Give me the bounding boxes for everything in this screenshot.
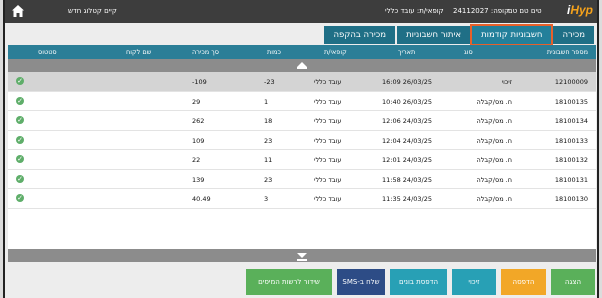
doc-qty: 23 [264, 136, 273, 145]
doc-number: 18100135 [554, 97, 588, 106]
doc-cashier: עובד כללי [314, 195, 342, 203]
tab-find-invoices[interactable]: איתור חשבוניות [397, 26, 471, 44]
doc-cashier: עובד כללי [314, 136, 342, 145]
doc-type: ח. מס/קבלה [476, 175, 512, 184]
doc-date: 16:09 26/03/25 [382, 78, 432, 86]
show-button[interactable]: הצגה [551, 269, 595, 295]
doc-date: 10:40 26/03/25 [382, 97, 432, 106]
tab-credit-sale[interactable]: מכירה בהקפה [324, 26, 396, 44]
status-ok-icon: ✓ [16, 135, 24, 144]
doc-total: 29 [192, 97, 201, 106]
col-doc-number[interactable]: מספר חשבונית [547, 48, 588, 56]
table-header: מספר חשבונית סוג תאריך קופאי/ת כמות סך מ… [8, 45, 596, 59]
scroll-up-arrow-icon[interactable] [297, 62, 307, 69]
doc-cashier: עובד כללי [314, 156, 342, 164]
doc-date: 12:06 24/03/25 [382, 117, 432, 125]
col-cashier[interactable]: קופאי/ת [324, 48, 347, 56]
send-sms-button[interactable]: שלח ב-SMS [337, 269, 385, 295]
doc-type: ח. מס/קבלה [476, 136, 512, 145]
status-ok-icon: ✓ [16, 77, 24, 85]
doc-type: זיכוי [501, 78, 512, 86]
col-qty[interactable]: כמות [267, 48, 281, 56]
table-row[interactable]: 18100133 ח. מס/קבלה 12:04 24/03/25 עובד … [8, 130, 596, 150]
table-row[interactable]: 18100134 ח. מס/קבלה 12:06 24/03/25 עובד … [8, 111, 596, 131]
doc-total: 40.49 [192, 195, 211, 203]
tab-bar: מכירה חשבוניות קודמות איתור חשבוניות מכי… [324, 25, 594, 45]
doc-total: 22 [192, 156, 201, 164]
doc-total: 262 [192, 117, 205, 125]
doc-number: 18100133 [554, 136, 588, 145]
status-ok-icon: ✓ [16, 96, 24, 105]
table-row[interactable]: 18100132 ח. מס/קבלה 12:01 24/03/25 עובד … [8, 150, 596, 170]
tab-previous-invoices[interactable]: חשבוניות קודמות [472, 26, 552, 44]
col-status[interactable]: סטטוס [38, 48, 57, 56]
action-bar: הצגה הדפסה זיכוי הדפסת בונים שלח ב-SMS ש… [5, 269, 597, 295]
col-customer[interactable]: שם לקוח [126, 48, 151, 56]
doc-number: 18100134 [554, 117, 588, 125]
cashier-label: קופאי/ת: עובד כללי [385, 7, 444, 15]
doc-type: ח. מס/קבלה [476, 156, 512, 164]
doc-cashier: עובד כללי [314, 175, 342, 184]
doc-qty: -23 [264, 78, 275, 86]
doc-qty: 18 [264, 117, 273, 125]
print-button[interactable]: הדפסה [501, 269, 546, 295]
credit-button[interactable]: זיכוי [452, 269, 496, 295]
doc-cashier: עובד כללי [314, 97, 342, 106]
doc-type: ח. מס/קבלה [476, 195, 512, 203]
doc-total: 109 [192, 136, 205, 145]
doc-qty: 23 [264, 175, 273, 184]
doc-qty: 11 [264, 156, 273, 164]
doc-total: 139 [192, 175, 205, 184]
hyp-logo: iHyp [566, 3, 593, 17]
status-ok-icon: ✓ [16, 155, 24, 163]
doc-qty: 3 [264, 195, 269, 203]
col-total[interactable]: סך מכירה [192, 48, 219, 56]
col-date[interactable]: תאריך [398, 48, 415, 56]
empty-list-area [8, 209, 596, 249]
status-ok-icon: ✓ [16, 116, 24, 124]
doc-date: 11:58 24/03/25 [382, 175, 432, 184]
tax-authority-button[interactable]: שידור לרשות המיסים [246, 269, 332, 295]
status-ok-icon: ✓ [16, 194, 24, 202]
doc-date: 11:35 24/03/25 [382, 195, 432, 203]
table-row[interactable]: 12100009 זיכוי 16:09 26/03/25 עובד כללי … [8, 72, 596, 92]
doc-number: 18100130 [554, 195, 588, 203]
register-label: קופה: 24112027 [453, 7, 510, 15]
doc-type: ח. מס/קבלה [476, 117, 512, 125]
doc-number: 12100009 [554, 78, 588, 86]
doc-type: ח. מס/קבלה [476, 97, 512, 106]
doc-cashier: עובד כללי [314, 117, 342, 125]
status-ok-icon: ✓ [16, 174, 24, 183]
home-icon[interactable] [11, 4, 25, 18]
scroll-up-bar[interactable] [8, 59, 596, 72]
top-bar: קיים קטלוג חדש קופאי/ת: עובד כללי קופה: … [5, 0, 597, 23]
col-type[interactable]: סוג [464, 48, 473, 56]
new-catalog-label[interactable]: קיים קטלוג חדש [68, 7, 117, 15]
print-vouchers-button[interactable]: הדפסת בונים [390, 269, 447, 295]
scroll-down-bar[interactable] [8, 249, 596, 262]
doc-number: 18100131 [554, 175, 588, 184]
doc-date: 12:04 24/03/25 [382, 136, 432, 145]
doc-cashier: עובד כללי [314, 78, 342, 86]
invoice-list: 12100009 זיכוי 16:09 26/03/25 עובד כללי … [8, 72, 596, 209]
table-row[interactable]: 18100135 ח. מס/קבלה 10:40 26/03/25 עובד … [8, 91, 596, 111]
doc-date: 12:01 24/03/25 [382, 156, 432, 164]
scroll-down-arrow-icon[interactable] [297, 252, 307, 261]
doc-total: -109 [192, 78, 207, 86]
store-name: טים טם טם [508, 7, 542, 15]
tab-sale[interactable]: מכירה [553, 26, 594, 44]
app-frame: קיים קטלוג חדש קופאי/ת: עובד כללי קופה: … [3, 0, 599, 298]
table-row[interactable]: 18100130 ח. מס/קבלה 11:35 24/03/25 עובד … [8, 189, 596, 209]
table-row[interactable]: 18100131 ח. מס/קבלה 11:58 24/03/25 עובד … [8, 169, 596, 189]
doc-qty: 1 [264, 97, 269, 106]
doc-number: 18100132 [554, 156, 588, 164]
